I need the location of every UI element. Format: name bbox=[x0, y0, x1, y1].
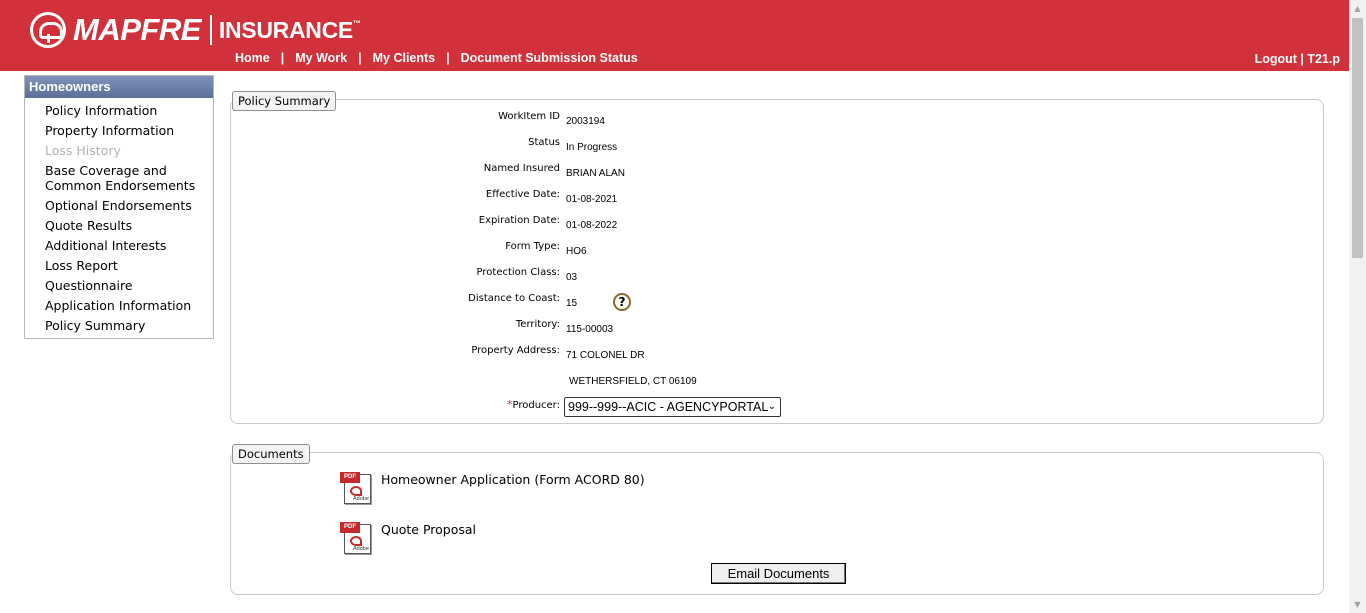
field-row-workitem-id: WorkItem ID 2003194 bbox=[231, 111, 605, 127]
logo-trademark: ™ bbox=[352, 19, 361, 28]
field-value: BRIAN ALAN bbox=[566, 168, 625, 179]
pdf-brand: Adobe bbox=[353, 546, 369, 552]
sidebar-item-additional-interests[interactable]: Additional Interests bbox=[45, 238, 213, 253]
sidebar-item-loss-report[interactable]: Loss Report bbox=[45, 258, 213, 273]
pdf-icon[interactable]: PDF Adobe bbox=[340, 472, 372, 505]
field-value: 03 bbox=[566, 272, 578, 283]
field-value: 115-00003 bbox=[566, 324, 614, 335]
field-label: WorkItem ID bbox=[498, 111, 560, 122]
sidebar-item-optional-endorsements[interactable]: Optional Endorsements bbox=[45, 198, 213, 213]
field-label: Property Address: bbox=[471, 345, 560, 356]
field-label: Named Insured bbox=[483, 163, 560, 174]
nav-separator: | bbox=[358, 51, 362, 65]
sidebar-item-quote-results[interactable]: Quote Results bbox=[45, 218, 213, 233]
producer-select[interactable]: 999--999--ACIC - AGENCYPORTAL ⌄ bbox=[564, 397, 781, 417]
nav-separator: | bbox=[446, 51, 450, 65]
vertical-scrollbar[interactable]: ▲ ▼ bbox=[1349, 0, 1366, 613]
logout-area: Logout | T21.p bbox=[1255, 52, 1340, 66]
question-help-icon[interactable]: ? bbox=[613, 293, 631, 311]
field-label: Effective Date: bbox=[485, 189, 560, 200]
field-row-named-insured: Named Insured BRIAN ALAN bbox=[231, 163, 625, 179]
field-row-address-line-2: WETHERSFIELD, CT 06109 bbox=[231, 371, 697, 387]
field-row-property-address: Property Address: 71 COLONEL DR bbox=[231, 345, 645, 361]
sidebar-item-policy-information[interactable]: Policy Information bbox=[45, 103, 213, 118]
document-link-label[interactable]: Homeowner Application (Form ACORD 80) bbox=[381, 472, 645, 487]
producer-label: Producer: bbox=[512, 400, 560, 411]
sidebar-item-questionnaire[interactable]: Questionnaire bbox=[45, 278, 213, 293]
field-row-form-type: Form Type: HO6 bbox=[231, 241, 587, 257]
field-row-distance-to-coast: Distance to Coast: 15 bbox=[231, 293, 577, 309]
field-label: Expiration Date: bbox=[478, 215, 560, 226]
scroll-down-arrow-icon[interactable]: ▼ bbox=[1349, 596, 1366, 613]
field-label: Protection Class: bbox=[476, 267, 560, 278]
pdf-brand: Adobe bbox=[353, 496, 369, 502]
logout-link[interactable]: Logout | T21.p bbox=[1255, 52, 1340, 66]
field-value: 2003194 bbox=[566, 116, 605, 127]
pdf-tag: PDF bbox=[340, 472, 360, 483]
document-quote-proposal[interactable]: PDF Adobe Quote Proposal bbox=[340, 522, 476, 555]
field-value: 71 COLONEL DR bbox=[566, 350, 645, 361]
logo-divider bbox=[209, 15, 212, 45]
logo-suffix: INSURANCE bbox=[218, 17, 353, 43]
field-row-protection-class: Protection Class: 03 bbox=[231, 267, 578, 283]
mapfre-logo-icon bbox=[30, 12, 66, 48]
sidebar-item-application-information[interactable]: Application Information bbox=[45, 298, 213, 313]
app-header: MAPFRE INSURANCE ™ Home | My Work | My C… bbox=[0, 0, 1349, 71]
field-row-producer: *Producer: bbox=[231, 398, 560, 411]
sidebar-title: Homeowners bbox=[25, 76, 213, 98]
sidebar: Homeowners Policy Information Property I… bbox=[24, 75, 214, 339]
field-value: 01-08-2022 bbox=[566, 220, 618, 231]
mapfre-logo: MAPFRE INSURANCE ™ bbox=[30, 12, 361, 48]
document-link-label[interactable]: Quote Proposal bbox=[381, 522, 476, 537]
field-value: 01-08-2021 bbox=[566, 194, 618, 205]
nav-my-work[interactable]: My Work bbox=[295, 51, 347, 65]
field-label: Form Type: bbox=[505, 241, 560, 252]
scroll-thumb[interactable] bbox=[1352, 18, 1363, 258]
field-value: WETHERSFIELD, CT 06109 bbox=[569, 376, 697, 387]
nav-my-clients[interactable]: My Clients bbox=[373, 51, 436, 65]
pdf-tag: PDF bbox=[340, 522, 360, 533]
policy-summary-legend: Policy Summary bbox=[232, 91, 337, 111]
field-label: Territory: bbox=[515, 319, 560, 330]
sidebar-item-loss-history: Loss History bbox=[45, 143, 121, 158]
sidebar-list: Policy Information Property Information … bbox=[25, 98, 213, 333]
nav-separator: | bbox=[280, 51, 285, 65]
field-row-expiration-date: Expiration Date: 01-08-2022 bbox=[231, 215, 617, 231]
field-value: In Progress bbox=[566, 142, 618, 153]
producer-selected-value: 999--999--ACIC - AGENCYPORTAL bbox=[568, 400, 769, 414]
field-label: Status bbox=[528, 137, 560, 148]
nav-document-submission-status[interactable]: Document Submission Status bbox=[461, 51, 638, 65]
field-row-effective-date: Effective Date: 01-08-2021 bbox=[231, 189, 617, 205]
document-homeowner-application[interactable]: PDF Adobe Homeowner Application (Form AC… bbox=[340, 472, 645, 505]
sidebar-item-property-information[interactable]: Property Information bbox=[45, 123, 213, 138]
field-value: HO6 bbox=[566, 246, 587, 257]
top-navigation: Home | My Work | My Clients | Document S… bbox=[235, 51, 638, 65]
chevron-down-icon: ⌄ bbox=[767, 401, 776, 412]
field-value: 15 bbox=[566, 298, 578, 309]
field-label: *Producer: bbox=[231, 398, 560, 411]
sidebar-item-policy-summary[interactable]: Policy Summary bbox=[45, 318, 213, 333]
policy-summary-panel: Policy Summary WorkItem ID 2003194 Statu… bbox=[230, 91, 1324, 424]
sidebar-item-base-coverage[interactable]: Base Coverage and Common Endorsements bbox=[45, 163, 213, 193]
field-row-territory: Territory: 115-00003 bbox=[231, 319, 613, 335]
field-row-status: Status In Progress bbox=[231, 137, 617, 153]
email-documents-button[interactable]: Email Documents bbox=[711, 563, 846, 584]
documents-panel: Documents PDF Adobe Homeowner Applicatio… bbox=[230, 444, 1324, 595]
field-label: Distance to Coast: bbox=[468, 293, 560, 304]
documents-legend: Documents bbox=[232, 444, 310, 464]
scroll-up-arrow-icon[interactable]: ▲ bbox=[1349, 0, 1366, 17]
nav-home[interactable]: Home bbox=[235, 51, 270, 65]
pdf-icon[interactable]: PDF Adobe bbox=[340, 522, 372, 555]
logo-brand: MAPFRE bbox=[73, 12, 201, 47]
